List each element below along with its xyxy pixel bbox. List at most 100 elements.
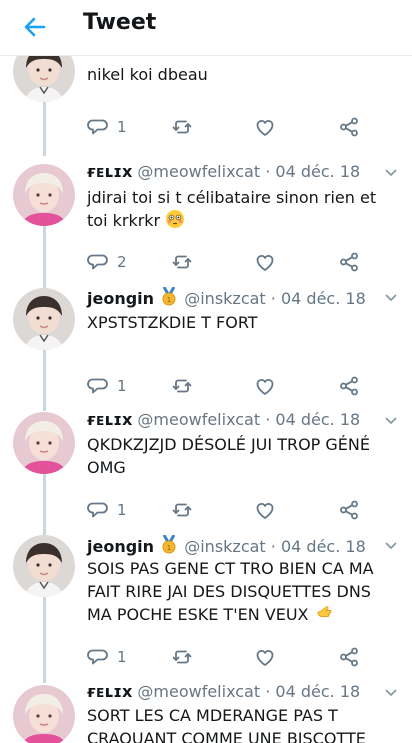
retweet-button[interactable] bbox=[171, 499, 193, 521]
chevron-down-icon[interactable] bbox=[384, 293, 398, 303]
reply-icon bbox=[87, 649, 108, 665]
chevron-down-icon[interactable] bbox=[384, 416, 398, 426]
reply-icon bbox=[87, 119, 108, 135]
separator: · bbox=[265, 162, 271, 181]
display-name[interactable]: ғᴇʟɪx bbox=[87, 162, 132, 181]
reply-button[interactable]: 1 bbox=[87, 499, 127, 521]
display-name[interactable]: jeongin bbox=[87, 289, 154, 308]
tweet-text-content: jdirai toi si t célibataire sinon rien e… bbox=[87, 188, 377, 230]
reply-button[interactable]: 2 bbox=[87, 251, 127, 273]
hand-emoji bbox=[317, 606, 331, 618]
separator: · bbox=[265, 682, 271, 701]
reply-button[interactable]: 1 bbox=[87, 116, 127, 138]
tweet[interactable]: ғᴇʟɪx @meowfelixcat · 04 déc. 18 jdirai … bbox=[0, 162, 412, 286]
tweet-actions: 1 bbox=[87, 499, 377, 523]
timestamp: 04 déc. 18 bbox=[275, 410, 361, 429]
like-button[interactable] bbox=[254, 116, 276, 138]
share-button[interactable] bbox=[338, 375, 360, 397]
tweet-text: jdirai toi si t célibataire sinon rien e… bbox=[87, 186, 392, 232]
share-icon bbox=[340, 500, 358, 520]
timestamp: 04 déc. 18 bbox=[275, 682, 361, 701]
reply-count: 1 bbox=[117, 648, 127, 666]
username[interactable]: @meowfelixcat bbox=[137, 682, 260, 701]
like-icon bbox=[256, 503, 274, 519]
retweet-icon bbox=[172, 379, 192, 393]
share-icon bbox=[340, 117, 358, 137]
username[interactable]: @meowfelixcat bbox=[137, 162, 260, 181]
like-button[interactable] bbox=[254, 375, 276, 397]
avatar[interactable] bbox=[13, 288, 75, 350]
medal-icon bbox=[161, 287, 177, 306]
retweet-button[interactable] bbox=[171, 116, 193, 138]
username[interactable]: @inskzcat bbox=[184, 537, 265, 556]
tweet-header: ғᴇʟɪx @meowfelixcat · 04 déc. 18 bbox=[87, 682, 360, 702]
separator: · bbox=[270, 537, 276, 556]
tweet[interactable]: ғᴇʟɪx @meowfelixcat · 04 déc. 18 SORT LE… bbox=[0, 682, 412, 743]
retweet-icon bbox=[172, 650, 192, 664]
chevron-down-icon[interactable] bbox=[384, 541, 398, 551]
tweet[interactable]: jeongin @inskzcat · 04 déc. 18 XPSTSTZKD… bbox=[0, 287, 412, 411]
tweet[interactable]: ғᴇʟɪx @meowfelixcat · 04 déc. 18 QKDKZJZ… bbox=[0, 410, 412, 534]
tweet-actions: 2 bbox=[87, 251, 377, 275]
tweet[interactable]: jeongin @inskzcat · 04 déc. 18 SOIS PAS … bbox=[0, 535, 412, 683]
share-icon bbox=[340, 252, 358, 272]
like-button[interactable] bbox=[254, 499, 276, 521]
reply-icon bbox=[87, 502, 108, 518]
reply-count: 1 bbox=[117, 501, 127, 519]
reply-count: 1 bbox=[117, 377, 127, 395]
reply-count: 1 bbox=[117, 118, 127, 136]
reply-button[interactable]: 1 bbox=[87, 646, 127, 668]
like-icon bbox=[256, 120, 274, 136]
like-icon bbox=[256, 379, 274, 395]
like-icon bbox=[256, 255, 274, 271]
username[interactable]: @meowfelixcat bbox=[137, 410, 260, 429]
timestamp: 04 déc. 18 bbox=[280, 537, 366, 556]
like-button[interactable] bbox=[254, 251, 276, 273]
tweet-actions: 1 bbox=[87, 116, 377, 140]
retweet-icon bbox=[172, 503, 192, 517]
reply-thread[interactable]: nikel koi dbeau 1 ғᴇʟɪx @meowfelixcat · … bbox=[0, 56, 412, 743]
tweet-actions: 1 bbox=[87, 375, 377, 399]
back-arrow-icon[interactable] bbox=[20, 12, 50, 42]
retweet-button[interactable] bbox=[171, 251, 193, 273]
avatar[interactable] bbox=[13, 535, 75, 597]
share-button[interactable] bbox=[338, 116, 360, 138]
reply-button[interactable]: 1 bbox=[87, 375, 127, 397]
avatar[interactable] bbox=[13, 412, 75, 474]
tweet[interactable]: nikel koi dbeau 1 bbox=[0, 56, 412, 162]
flushed-face-emoji bbox=[166, 210, 185, 228]
tweet-text: XPSTSTZKDIE T FORT bbox=[87, 313, 258, 332]
separator: · bbox=[270, 289, 276, 308]
tweet-text: QKDKZJZJD DÉSOLÉ JUI TROP GÉNÉ OMG bbox=[87, 435, 370, 477]
chevron-down-icon[interactable] bbox=[384, 688, 398, 698]
share-icon bbox=[340, 647, 358, 667]
tweet-text: SOIS PAS GENE CT TRO BIEN CA MA FAIT RIR… bbox=[87, 557, 392, 626]
reply-icon bbox=[87, 254, 108, 270]
avatar[interactable] bbox=[13, 56, 75, 102]
like-icon bbox=[256, 650, 274, 666]
like-button[interactable] bbox=[254, 646, 276, 668]
top-bar: Tweet bbox=[0, 0, 412, 56]
reply-count: 2 bbox=[117, 253, 127, 271]
avatar[interactable] bbox=[13, 685, 75, 743]
tweet-actions: 1 bbox=[87, 646, 377, 670]
tweet-text: nikel koi dbeau bbox=[87, 65, 208, 84]
page-title: Tweet bbox=[83, 10, 157, 35]
timestamp: 04 déc. 18 bbox=[275, 162, 361, 181]
share-button[interactable] bbox=[338, 251, 360, 273]
share-button[interactable] bbox=[338, 646, 360, 668]
display-name[interactable]: ғᴇʟɪx bbox=[87, 410, 132, 429]
display-name[interactable]: ғᴇʟɪx bbox=[87, 682, 132, 701]
share-button[interactable] bbox=[338, 499, 360, 521]
username[interactable]: @inskzcat bbox=[184, 289, 265, 308]
timestamp: 04 déc. 18 bbox=[280, 289, 366, 308]
tweet-header: ғᴇʟɪx @meowfelixcat · 04 déc. 18 bbox=[87, 410, 360, 430]
avatar[interactable] bbox=[13, 164, 75, 226]
retweet-button[interactable] bbox=[171, 375, 193, 397]
retweet-button[interactable] bbox=[171, 646, 193, 668]
chevron-down-icon[interactable] bbox=[384, 168, 398, 178]
separator: · bbox=[265, 410, 271, 429]
reply-icon bbox=[87, 378, 108, 394]
display-name[interactable]: jeongin bbox=[87, 537, 154, 556]
tweet-header: jeongin @inskzcat · 04 déc. 18 bbox=[87, 535, 366, 557]
